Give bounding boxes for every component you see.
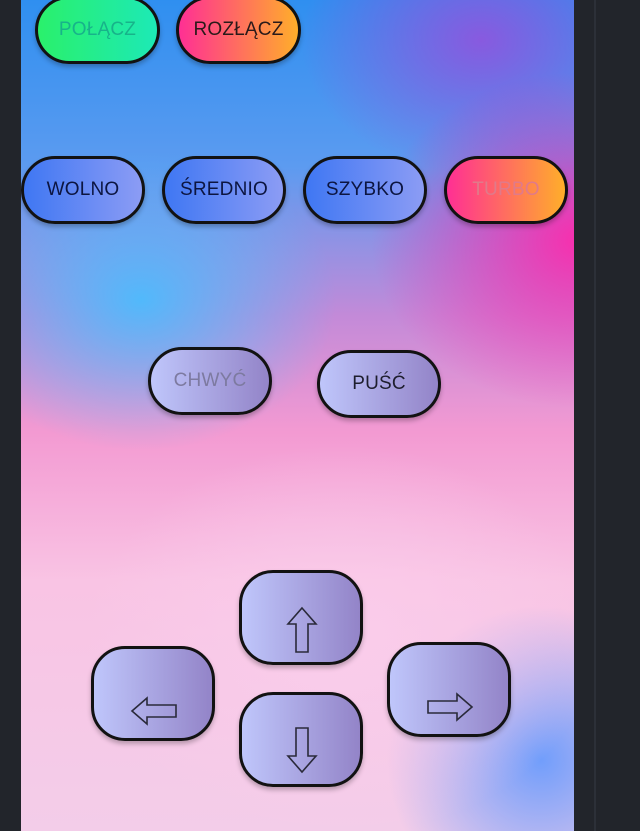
grab-button[interactable]: CHWYĆ <box>148 347 272 415</box>
speed-fast-button[interactable]: SZYBKO <box>303 156 427 224</box>
release-button-label: PUŚĆ <box>352 373 406 394</box>
move-down-button[interactable] <box>239 692 363 787</box>
speed-turbo-label: TURBO <box>472 179 540 200</box>
arrow-down-icon <box>286 727 318 774</box>
disconnect-button[interactable]: ROZŁĄCZ <box>176 0 301 64</box>
panel-divider <box>594 0 596 831</box>
arrow-up-icon <box>286 606 318 653</box>
speed-turbo-button[interactable]: TURBO <box>444 156 568 224</box>
disconnect-button-label: ROZŁĄCZ <box>193 19 284 40</box>
arrow-left-icon <box>130 696 177 726</box>
connect-button[interactable]: POŁĄCZ <box>35 0 160 64</box>
release-button[interactable]: PUŚĆ <box>317 350 441 418</box>
move-up-button[interactable] <box>239 570 363 665</box>
arrow-right-icon <box>427 692 474 722</box>
speed-slow-button[interactable]: WOLNO <box>21 156 145 224</box>
move-right-button[interactable] <box>387 642 511 737</box>
speed-medium-label: ŚREDNIO <box>180 179 268 200</box>
move-left-button[interactable] <box>91 646 215 741</box>
speed-fast-label: SZYBKO <box>325 179 405 200</box>
grab-button-label: CHWYĆ <box>173 370 247 391</box>
robot-control-screen: POŁĄCZ ROZŁĄCZ WOLNO ŚREDNIO SZYBKO TURB… <box>21 0 574 831</box>
speed-slow-label: WOLNO <box>46 179 120 200</box>
speed-medium-button[interactable]: ŚREDNIO <box>162 156 286 224</box>
connect-button-label: POŁĄCZ <box>58 19 137 40</box>
